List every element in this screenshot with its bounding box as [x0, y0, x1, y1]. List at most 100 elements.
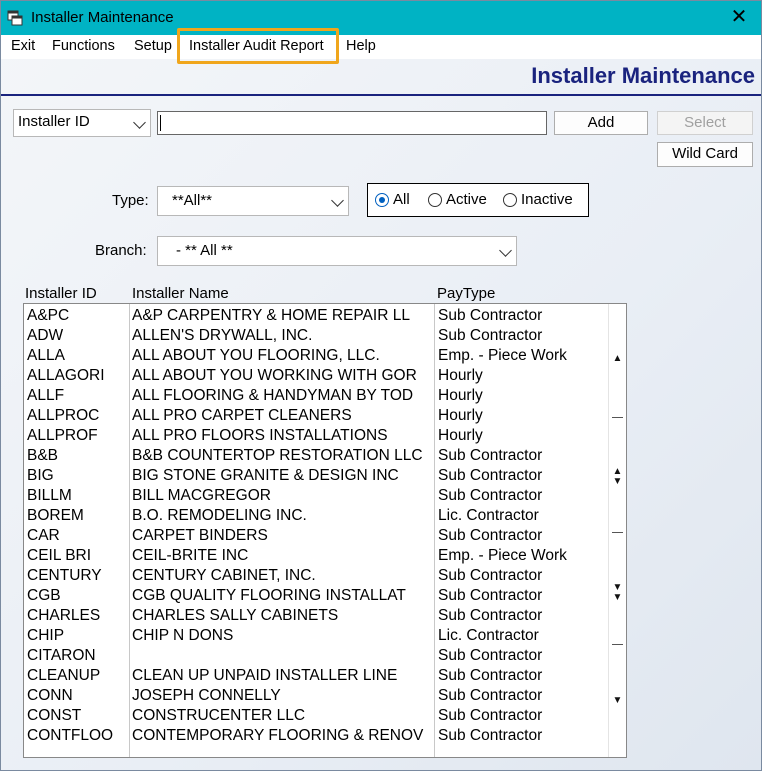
- column-header-installer-id[interactable]: Installer ID: [25, 285, 97, 302]
- scroll-track-divider: [612, 532, 623, 533]
- type-label: Type:: [112, 192, 149, 209]
- installer-id-cell: CHARLES: [27, 607, 101, 624]
- installer-id-cell: ALLPROF: [27, 427, 98, 444]
- table-row[interactable]: CONST CONSTRUCENTER LLC Sub Contractor: [24, 706, 609, 726]
- installer-id-cell: ALLPROC: [27, 407, 100, 424]
- paytype-cell: Sub Contractor: [438, 607, 543, 624]
- installer-id-cell: BIG: [27, 467, 54, 484]
- scroll-down-arrow-icon[interactable]: ▼: [609, 696, 626, 706]
- add-button[interactable]: Add: [554, 111, 648, 135]
- branch-select[interactable]: - ** All **: [157, 236, 517, 266]
- installer-id-cell: B&B: [27, 447, 59, 464]
- installer-name-cell: JOSEPH CONNELLY: [132, 687, 281, 704]
- search-field-select-value: Installer ID: [18, 113, 90, 130]
- installer-name-cell: CONSTRUCENTER LLC: [132, 707, 306, 724]
- installer-name-cell: CGB QUALITY FLOORING INSTALLAT: [132, 587, 406, 604]
- installer-list[interactable]: A&PC A&P CARPENTRY & HOME REPAIR LL Sub Co…: [23, 303, 627, 758]
- title-bar: Installer Maintenance ✕: [1, 1, 761, 35]
- installer-maintenance-window: Installer Maintenance ✕ Exit Functions S…: [0, 0, 762, 771]
- column-header-installer-name[interactable]: Installer Name: [132, 285, 229, 302]
- table-row[interactable]: ALLPROF ALL PRO FLOORS INSTALLATIONS Hourl…: [24, 426, 609, 446]
- type-select[interactable]: **All**: [157, 186, 349, 216]
- scroll-track-divider: [612, 644, 623, 645]
- paytype-cell: Sub Contractor: [438, 307, 543, 324]
- table-row[interactable]: CLEANUP CLEAN UP UNPAID INSTALLER LINE Sub…: [24, 666, 609, 686]
- paytype-cell: Sub Contractor: [438, 587, 543, 604]
- installer-name-cell: A&P CARPENTRY & HOME REPAIR LL: [132, 307, 410, 324]
- installer-id-cell: CEIL BRI: [27, 547, 92, 564]
- select-button[interactable]: Select: [657, 111, 753, 135]
- paytype-cell: Sub Contractor: [438, 527, 543, 544]
- branch-select-value: - ** All **: [176, 242, 233, 259]
- paytype-cell: Hourly: [438, 427, 483, 444]
- paytype-cell: Hourly: [438, 367, 483, 384]
- menu-functions[interactable]: Functions: [52, 38, 115, 54]
- radio-selected-icon: [375, 193, 389, 207]
- installer-name-cell: CEIL-BRITE INC: [132, 547, 249, 564]
- close-icon[interactable]: ✕: [727, 5, 751, 29]
- column-header-paytype[interactable]: PayType: [437, 285, 495, 302]
- menu-highlight-box: [177, 28, 339, 64]
- search-field-select[interactable]: Installer ID: [13, 109, 151, 137]
- vertical-scrollbar[interactable]: ▲ ▲ ▼ ▼ ▼ ▼: [608, 304, 626, 757]
- table-row[interactable]: BOREM B.O. REMODELING INC. Lic. Contractor: [24, 506, 609, 526]
- installer-id-cell: CONST: [27, 707, 82, 724]
- chevron-down-icon: [133, 116, 146, 129]
- table-row[interactable]: A&PC A&P CARPENTRY & HOME REPAIR LL Sub Co…: [24, 306, 609, 326]
- table-row[interactable]: CENTURY CENTURY CABINET, INC. Sub Contract…: [24, 566, 609, 586]
- table-row[interactable]: BIG BIG STONE GRANITE & DESIGN INC Sub Con…: [24, 466, 609, 486]
- table-row[interactable]: CGB CGB QUALITY FLOORING INSTALLAT Sub Con…: [24, 586, 609, 606]
- table-row[interactable]: ALLPROC ALL PRO CARPET CLEANERS Hourly: [24, 406, 609, 426]
- paytype-cell: Sub Contractor: [438, 647, 543, 664]
- scroll-page-down-icon[interactable]: ▼ ▼: [609, 583, 626, 603]
- installer-name-cell: B.O. REMODELING INC.: [132, 507, 307, 524]
- wild-card-button[interactable]: Wild Card: [657, 142, 753, 167]
- radio-unselected-icon: [503, 193, 517, 207]
- installer-name-cell: CONTEMPORARY FLOORING & RENOV: [132, 727, 424, 744]
- scroll-page-up-icon[interactable]: ▲ ▼: [609, 467, 626, 487]
- installer-name-cell: BIG STONE GRANITE & DESIGN INC: [132, 467, 399, 484]
- window-title: Installer Maintenance: [31, 9, 174, 26]
- paytype-cell: Sub Contractor: [438, 447, 543, 464]
- table-row[interactable]: B&B B&B COUNTERTOP RESTORATION LLC Sub Con…: [24, 446, 609, 466]
- type-select-value: **All**: [172, 192, 213, 209]
- installer-name-cell: ALL PRO FLOORS INSTALLATIONS: [132, 427, 388, 444]
- menu-help[interactable]: Help: [346, 38, 376, 54]
- page-title: Installer Maintenance: [531, 63, 755, 88]
- menu-exit[interactable]: Exit: [11, 38, 35, 54]
- installer-id-cell: CONTFLOO: [27, 727, 114, 744]
- table-row[interactable]: CONN JOSEPH CONNELLY Sub Contractor: [24, 686, 609, 706]
- table-row[interactable]: ALLAGORI ALL ABOUT YOU WORKING WITH GOR Ho…: [24, 366, 609, 386]
- table-row[interactable]: ALLA ALL ABOUT YOU FLOORING, LLC. Emp. - P…: [24, 346, 609, 366]
- installer-name-cell: CARPET BINDERS: [132, 527, 268, 544]
- table-row[interactable]: ALLF ALL FLOORING & HANDYMAN BY TOD Hourly: [24, 386, 609, 406]
- installer-id-cell: CAR: [27, 527, 60, 544]
- text-caret: [160, 115, 161, 131]
- table-row[interactable]: CEIL BRI CEIL-BRITE INC Emp. - Piece Work: [24, 546, 609, 566]
- search-input[interactable]: [157, 111, 547, 135]
- scroll-up-arrow-icon[interactable]: ▲: [609, 354, 626, 364]
- installer-id-cell: CENTURY: [27, 567, 102, 584]
- menu-setup[interactable]: Setup: [134, 38, 172, 54]
- scroll-track-divider: [612, 417, 623, 418]
- installer-id-cell: BOREM: [27, 507, 84, 524]
- status-radio-group: All Active Inactive: [367, 183, 589, 217]
- paytype-cell: Hourly: [438, 387, 483, 404]
- installer-id-cell: ALLAGORI: [27, 367, 105, 384]
- installer-name-cell: ALLEN'S DRYWALL, INC.: [132, 327, 313, 344]
- paytype-cell: Sub Contractor: [438, 667, 543, 684]
- table-row[interactable]: CAR CARPET BINDERS Sub Contractor: [24, 526, 609, 546]
- paytype-cell: Sub Contractor: [438, 567, 543, 584]
- paytype-cell: Sub Contractor: [438, 727, 543, 744]
- app-window-icon: [7, 10, 23, 26]
- paytype-cell: Emp. - Piece Work: [438, 547, 567, 564]
- table-row[interactable]: CONTFLOO CONTEMPORARY FLOORING & RENOV Sub…: [24, 726, 609, 746]
- table-row[interactable]: CITARON Sub Contractor: [24, 646, 609, 666]
- installer-id-cell: ADW: [27, 327, 64, 344]
- table-row[interactable]: ADW ALLEN'S DRYWALL, INC. Sub Contractor: [24, 326, 609, 346]
- table-row[interactable]: CHARLES CHARLES SALLY CABINETS Sub Contrac…: [24, 606, 609, 626]
- installer-name-cell: CHIP N DONS: [132, 627, 234, 644]
- header-divider: [1, 94, 761, 96]
- table-row[interactable]: CHIP CHIP N DONS Lic. Contractor: [24, 626, 609, 646]
- table-row[interactable]: BILLM BILL MACGREGOR Sub Contractor: [24, 486, 609, 506]
